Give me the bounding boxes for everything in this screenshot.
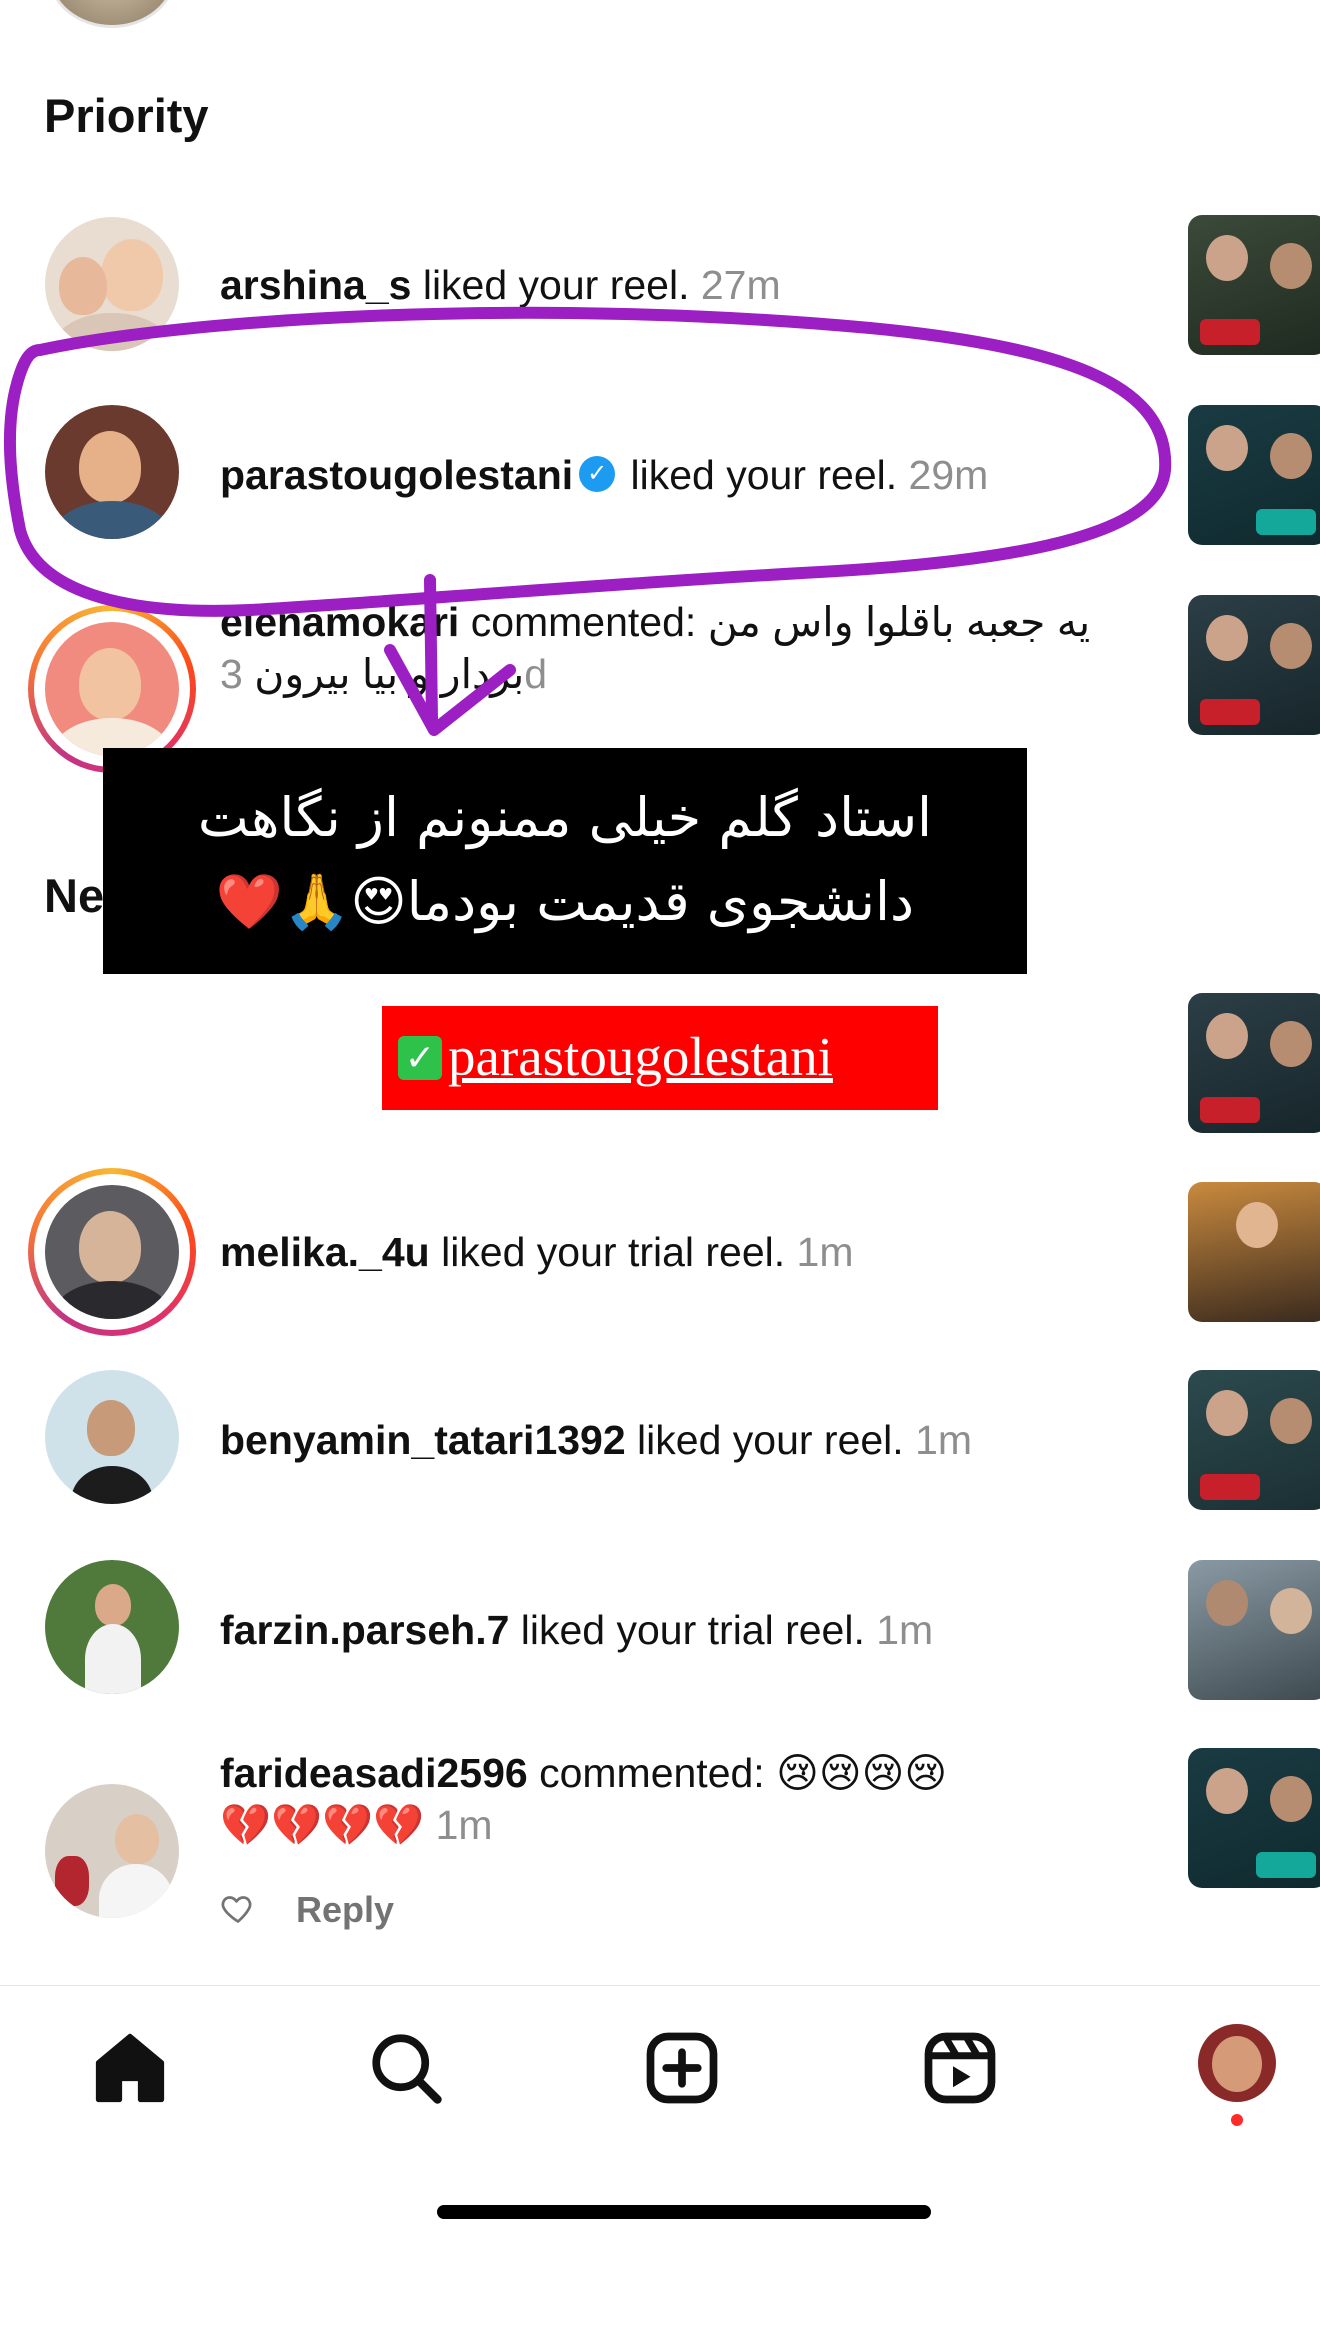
notification-row[interactable]: benyamin_tatari1392 liked your reel. 1m <box>0 1370 1320 1510</box>
reel-thumbnail[interactable] <box>1188 1748 1320 1888</box>
notification-row[interactable]: farzin.parseh.7 liked your trial reel. 1… <box>0 1560 1320 1700</box>
notification-text: melika._4u liked your trial reel. 1m <box>220 1229 854 1275</box>
avatar[interactable] <box>45 1185 179 1319</box>
notification-text-line-2: 💔💔💔💔 1m <box>220 1800 493 1850</box>
overlay-caption: استاد گلم خیلی ممنونم از نگاهت دانشجوی ق… <box>103 748 1027 974</box>
section-heading-new: Ne <box>44 869 105 922</box>
avatar[interactable] <box>45 1560 179 1694</box>
mention-handle[interactable]: parastougolestani <box>448 1026 833 1088</box>
caption-line-1: استاد گلم خیلی ممنونم از نگاهت <box>197 786 933 849</box>
section-heading-priority: Priority <box>44 89 209 142</box>
comment-text: 😢😢😢😢 <box>776 1750 948 1796</box>
username[interactable]: farzin.parseh.7 <box>220 1607 509 1653</box>
mention-tag[interactable]: ✓ parastougolestani <box>382 1006 938 1110</box>
username[interactable]: benyamin_tatari1392 <box>220 1417 626 1463</box>
reel-thumbnail[interactable] <box>1188 595 1320 735</box>
notification-dot <box>1231 2114 1243 2126</box>
timestamp: 1m <box>876 1607 934 1653</box>
comment-text: 💔💔💔💔 <box>220 1802 425 1848</box>
reel-thumbnail[interactable] <box>1188 993 1320 1133</box>
notification-row[interactable]: melika._4u liked your trial reel. 1m <box>0 1168 1320 1336</box>
profile-avatar[interactable] <box>1198 2024 1276 2102</box>
timestamp: 1m <box>435 1802 493 1848</box>
reel-thumbnail[interactable] <box>1188 1560 1320 1700</box>
reel-thumbnail[interactable] <box>1188 405 1320 545</box>
notification-text: farideasadi2596 commented: 😢😢😢😢 <box>220 1750 948 1796</box>
previous-avatar[interactable] <box>48 0 176 28</box>
search-icon[interactable] <box>364 2026 448 2110</box>
username[interactable]: farideasadi2596 <box>220 1750 528 1796</box>
check-icon: ✓ <box>398 1036 442 1080</box>
reel-thumbnail[interactable] <box>1188 1370 1320 1510</box>
avatar[interactable] <box>45 1370 179 1504</box>
home-indicator <box>437 2205 931 2219</box>
caption-line-2: دانشجوی قدیمت بودما😍🙏❤️ <box>215 870 915 933</box>
avatar[interactable] <box>45 1784 179 1918</box>
annotation-circle-arrow <box>3 306 1172 736</box>
timestamp: 1m <box>796 1229 854 1275</box>
bottom-nav <box>0 1985 1320 2145</box>
reply-button[interactable]: Reply <box>296 1889 394 1931</box>
home-icon[interactable] <box>88 2026 172 2110</box>
notification-row[interactable]: farideasadi2596 commented: 😢😢😢😢 💔💔💔💔 1m <box>0 1748 1320 1948</box>
reel-thumbnail[interactable] <box>1188 1182 1320 1322</box>
reels-icon[interactable] <box>918 2026 1002 2110</box>
notification-text: benyamin_tatari1392 liked your reel. 1m <box>220 1417 973 1463</box>
reel-thumbnail[interactable] <box>1188 215 1320 355</box>
username[interactable]: melika._4u <box>220 1229 430 1275</box>
create-icon[interactable] <box>640 2026 724 2110</box>
notification-text: farzin.parseh.7 liked your trial reel. 1… <box>220 1607 934 1653</box>
timestamp: 1m <box>915 1417 973 1463</box>
like-heart-icon[interactable] <box>220 1890 256 1926</box>
